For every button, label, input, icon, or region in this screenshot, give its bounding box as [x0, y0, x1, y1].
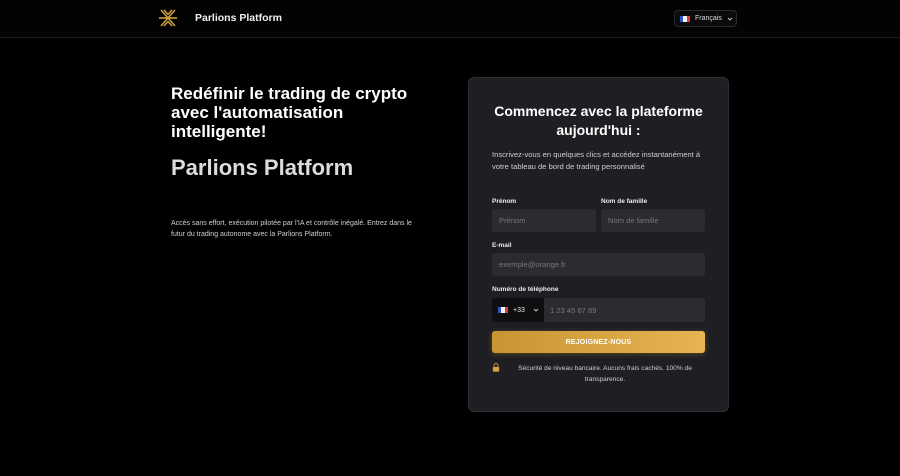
french-flag-icon	[498, 307, 508, 313]
security-note: Sécurité de niveau bancaire. Aucuns frai…	[492, 363, 705, 385]
join-button[interactable]: REJOIGNEZ-NOUS	[492, 331, 705, 353]
chevron-down-icon	[727, 17, 733, 21]
phone-label: Numéro de téléphone	[492, 286, 559, 293]
brand-name: Parlions Platform	[195, 12, 282, 24]
hero-description: Accès sans effort, exécution pilotée par…	[171, 220, 412, 238]
phone-field-group: +33	[492, 298, 705, 322]
country-code: +33	[513, 306, 525, 314]
brand-logo-link[interactable]: Parlions Platform	[158, 7, 282, 29]
phone-input[interactable]	[544, 298, 705, 322]
lock-icon	[492, 363, 500, 372]
first-name-label: Prénom	[492, 198, 517, 205]
email-input[interactable]	[492, 253, 705, 276]
last-name-input[interactable]	[601, 209, 705, 232]
security-note-text: Sécurité de niveau bancaire. Aucuns frai…	[518, 365, 692, 383]
hero-headline: Redéfinir le trading de crypto avec l'au…	[171, 84, 408, 141]
gold-geometric-logo-icon	[159, 9, 177, 27]
top-navigation-bar: Parlions Platform Français	[0, 0, 900, 38]
country-code-selector[interactable]: +33	[492, 298, 544, 322]
email-label: E-mail	[492, 242, 512, 249]
language-label: Français	[695, 15, 722, 22]
last-name-label: Nom de famille	[601, 198, 648, 205]
chevron-down-icon	[533, 308, 539, 312]
french-flag-icon	[680, 15, 690, 22]
first-name-input[interactable]	[492, 209, 596, 232]
language-selector[interactable]: Français	[674, 10, 737, 27]
hero-brand-name: Parlions Platform	[171, 155, 354, 180]
form-title: Commencez avec la plateforme aujourd'hui…	[494, 103, 703, 138]
signup-form-card: Commencez avec la plateforme aujourd'hui…	[468, 77, 729, 412]
form-subtitle: Inscrivez-vous en quelques clics et accé…	[492, 150, 701, 171]
